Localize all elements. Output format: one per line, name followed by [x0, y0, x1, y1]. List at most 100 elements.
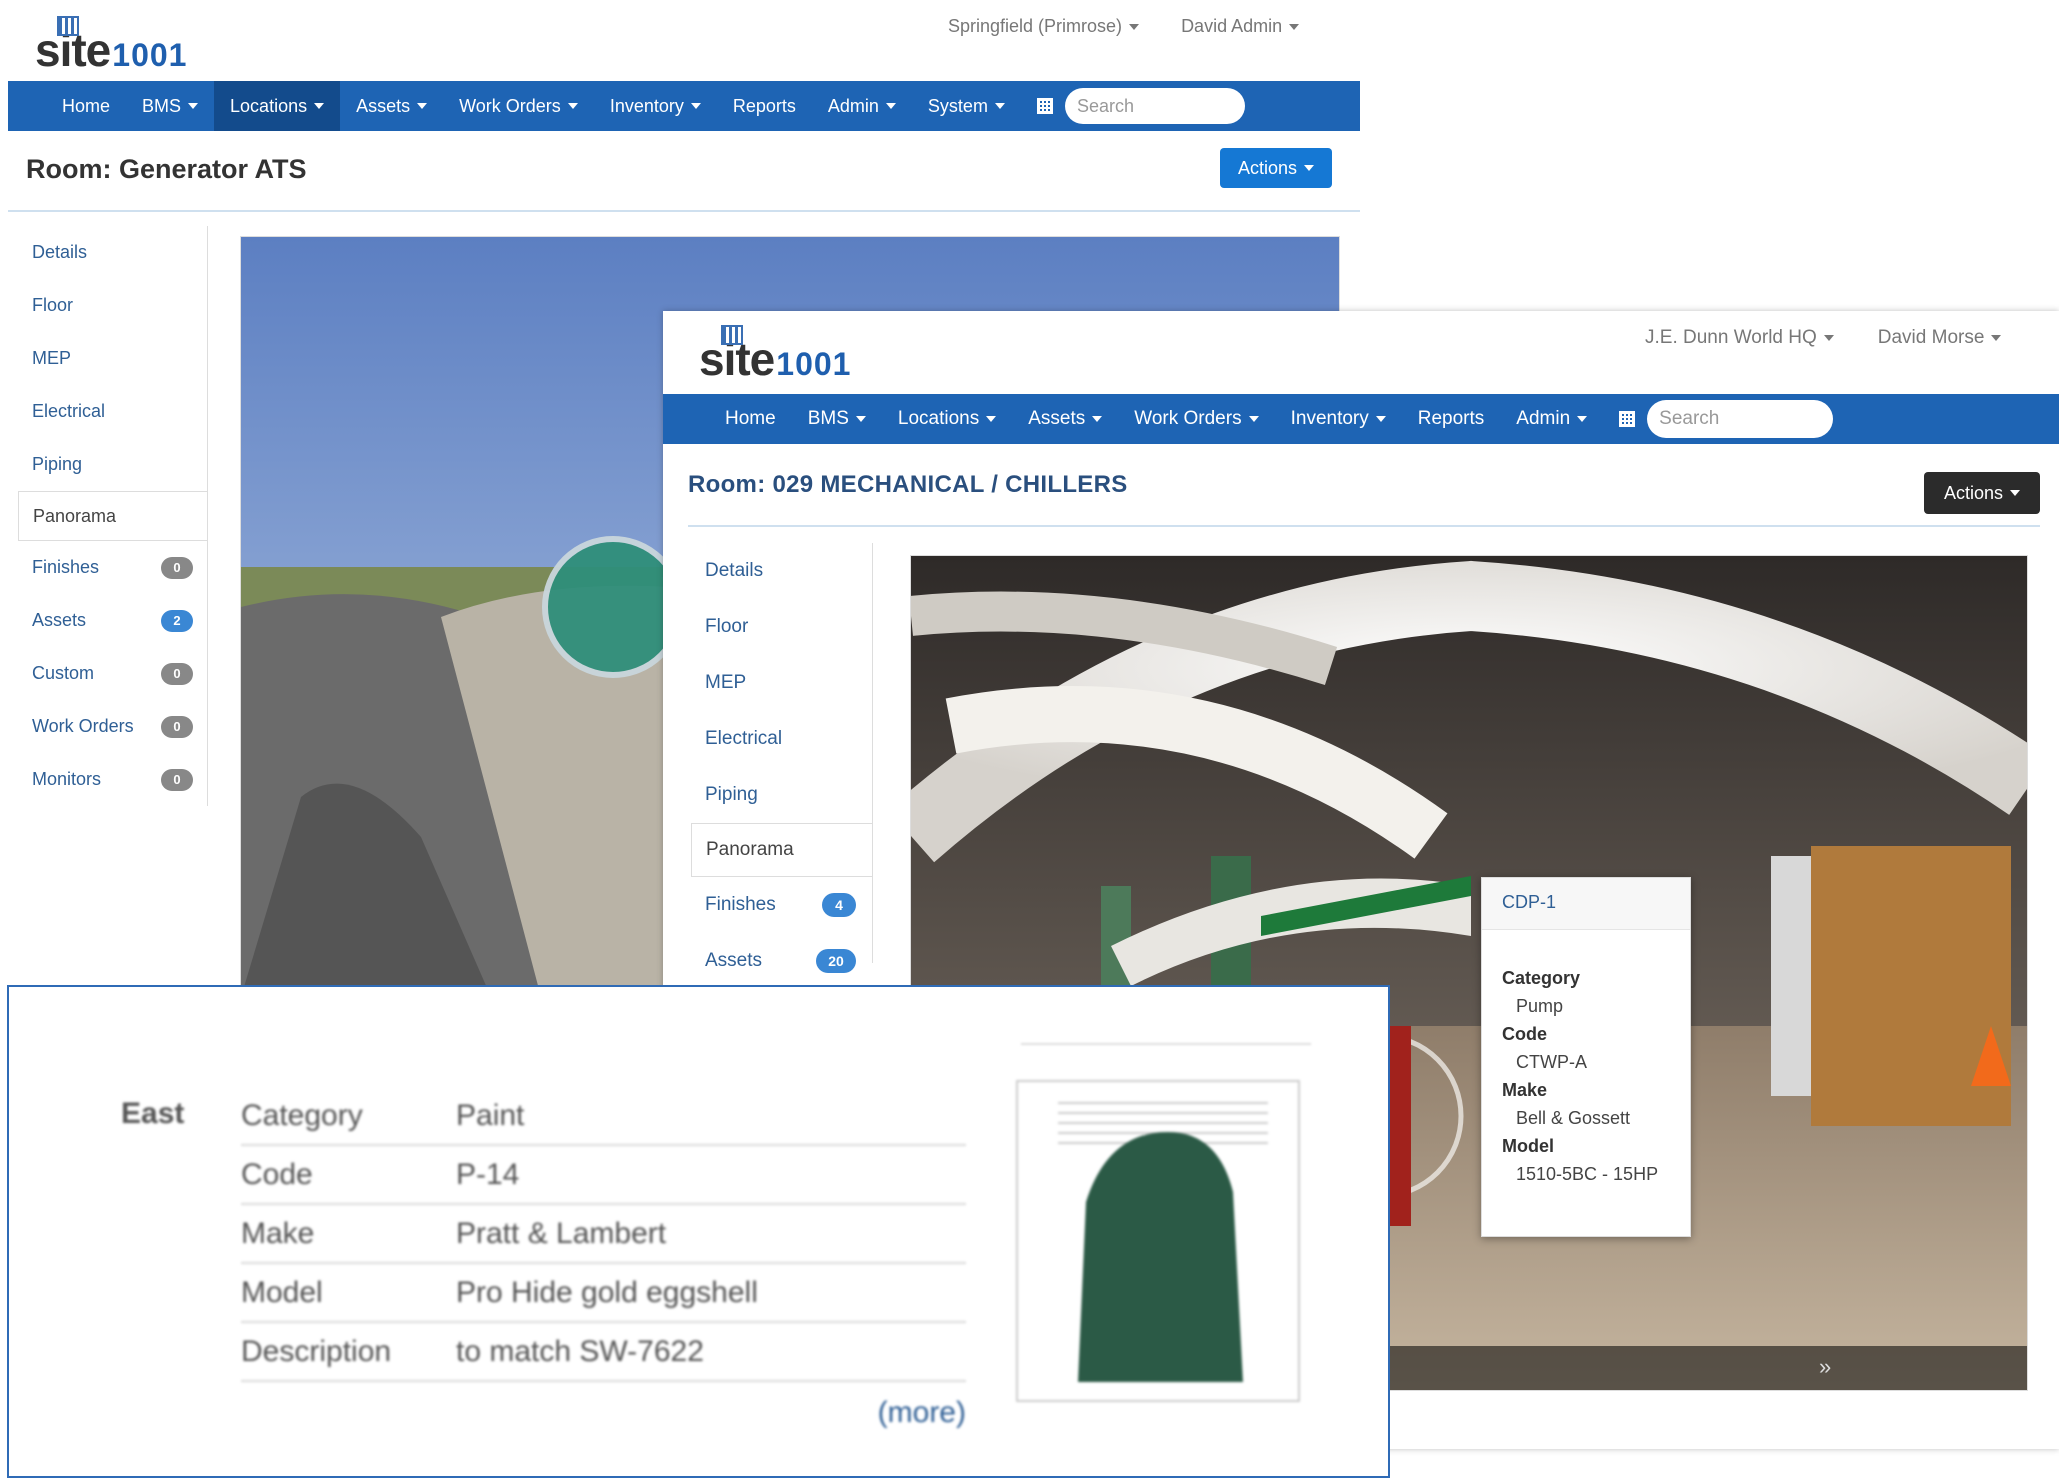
nav-assets[interactable]: Assets — [340, 81, 443, 131]
actions-button[interactable]: Actions — [1924, 472, 2040, 514]
nav-inventory[interactable]: Inventory — [594, 81, 717, 131]
count-badge: 2 — [161, 609, 193, 632]
nav-label: Assets — [356, 95, 411, 116]
chevron-down-icon — [1092, 416, 1103, 422]
location-dropdown[interactable]: J.E. Dunn World HQ — [1645, 327, 1834, 349]
sidebar-item-finishes[interactable]: Finishes 4 — [705, 877, 872, 933]
sidebar-item-label: Panorama — [706, 839, 794, 860]
sidebar-item-panorama[interactable]: Panorama — [18, 491, 207, 541]
nav-label: BMS — [807, 408, 849, 429]
sidebar-item-floor[interactable]: Floor — [32, 279, 207, 332]
nav-label: Home — [62, 95, 111, 116]
nav-admin[interactable]: Admin — [812, 81, 912, 131]
sidebar-item-assets[interactable]: Assets 20 — [705, 933, 872, 989]
count-badge: 0 — [161, 556, 193, 579]
sidebar-item-assets[interactable]: Assets 2 — [32, 594, 207, 647]
tooltip-value: CTWP-A — [1516, 1052, 1587, 1072]
nav-system[interactable]: System — [912, 81, 1021, 131]
nav-bms[interactable]: BMS — [126, 81, 214, 131]
page-title: Room: Generator ATS — [26, 154, 307, 184]
nav-home[interactable]: Home — [709, 394, 792, 444]
qr-scan-icon[interactable] — [1619, 411, 1636, 427]
sidebar-item-piping[interactable]: Piping — [705, 767, 872, 823]
detail-value: Pro Hide gold eggshell — [456, 1275, 758, 1309]
sidebar-item-details[interactable]: Details — [32, 226, 207, 279]
sidebar-item-electrical[interactable]: Electrical — [705, 711, 872, 767]
qr-scan-icon[interactable] — [1036, 98, 1053, 114]
user-dropdown[interactable]: David Morse — [1878, 327, 2002, 349]
sidebar-item-label: Custom — [32, 663, 95, 683]
search-input[interactable]: Search — [1647, 400, 1834, 438]
nav-label: Assets — [1028, 408, 1086, 429]
location-label: J.E. Dunn World HQ — [1645, 327, 1817, 348]
nav-admin[interactable]: Admin — [1500, 394, 1603, 444]
nav-locations[interactable]: Locations — [882, 394, 1012, 444]
nav-work-orders[interactable]: Work Orders — [443, 81, 594, 131]
nav-work-orders[interactable]: Work Orders — [1118, 394, 1274, 444]
actions-label: Actions — [1943, 482, 2004, 503]
front-sidebar: Details Floor MEP Electrical Piping Pano… — [691, 543, 873, 973]
nav-label: Inventory — [609, 95, 684, 116]
more-link[interactable]: (more) — [241, 1396, 966, 1430]
front-logo[interactable]: site 1001 — [699, 323, 851, 383]
actions-label: Actions — [1237, 157, 1298, 178]
sidebar-item-custom[interactable]: Custom 0 — [32, 647, 207, 700]
chevron-down-icon — [1129, 23, 1140, 30]
front-top-right: J.E. Dunn World HQ David Morse — [1645, 327, 2002, 349]
chevron-down-icon — [314, 103, 325, 109]
detail-value: Pratt & Lambert — [456, 1216, 667, 1250]
sidebar-item-finishes[interactable]: Finishes 0 — [32, 541, 207, 594]
paint-swatch-card[interactable] — [1016, 1080, 1300, 1402]
sidebar-item-electrical[interactable]: Electrical — [32, 385, 207, 438]
detail-value: Paint — [456, 1098, 525, 1132]
sidebar-item-work-orders[interactable]: Work Orders 0 — [32, 700, 207, 753]
nav-reports[interactable]: Reports — [1402, 394, 1501, 444]
qr-logo-icon — [57, 16, 79, 36]
nav-label: Locations — [230, 95, 308, 116]
tooltip-title[interactable]: CDP-1 — [1482, 878, 1690, 930]
user-dropdown[interactable]: David Admin — [1181, 16, 1300, 37]
sidebar-item-floor[interactable]: Floor — [705, 599, 872, 655]
panorama-next-button[interactable]: » — [1819, 1354, 1831, 1380]
nav-reports[interactable]: Reports — [717, 81, 812, 131]
location-dropdown[interactable]: Springfield (Primrose) — [948, 16, 1140, 37]
count-badge: 20 — [816, 949, 856, 973]
nav-home[interactable]: Home — [46, 81, 126, 131]
detail-value: P-14 — [456, 1157, 520, 1191]
chevron-down-icon — [1577, 416, 1588, 422]
nav-label: Reports — [732, 95, 796, 116]
sidebar-item-label: Piping — [32, 454, 83, 474]
tooltip-value: Bell & Gossett — [1516, 1108, 1631, 1128]
finish-detail-table: East Category Paint Code P-14 Make Pratt & … — [121, 1087, 981, 1430]
sidebar-item-mep[interactable]: MEP — [705, 655, 872, 711]
nav-label: Work Orders — [1134, 408, 1242, 429]
chevron-down-icon — [1823, 335, 1834, 341]
nav-label: Inventory — [1290, 408, 1369, 429]
sidebar-item-details[interactable]: Details — [705, 543, 872, 599]
sidebar-item-label: MEP — [705, 672, 747, 693]
sidebar-item-monitors[interactable]: Monitors 0 — [32, 753, 207, 806]
title-divider — [8, 210, 1360, 212]
sidebar-item-piping[interactable]: Piping — [32, 438, 207, 491]
nav-label: System — [927, 95, 988, 116]
asset-tooltip: CDP-1 Category Pump Code CTWP-A Make Bel… — [1481, 877, 1691, 1237]
nav-assets[interactable]: Assets — [1012, 394, 1118, 444]
tooltip-label: Model — [1502, 1136, 1554, 1156]
actions-button[interactable]: Actions — [1220, 148, 1332, 188]
sidebar-item-label: Finishes — [705, 894, 776, 915]
search-input[interactable]: Search — [1064, 88, 1245, 124]
sidebar-item-label: MEP — [32, 348, 72, 368]
nav-bms[interactable]: BMS — [792, 394, 882, 444]
nav-label: Admin — [827, 95, 879, 116]
count-badge: 4 — [822, 893, 856, 917]
search-placeholder: Search — [1076, 95, 1134, 116]
back-logo[interactable]: site 1001 — [35, 14, 187, 74]
sidebar-item-label: Finishes — [32, 557, 100, 577]
nav-inventory[interactable]: Inventory — [1275, 394, 1402, 444]
sidebar-item-panorama[interactable]: Panorama — [691, 823, 872, 877]
nav-locations[interactable]: Locations — [214, 81, 341, 131]
sidebar-item-mep[interactable]: MEP — [32, 332, 207, 385]
back-top-right: Springfield (Primrose) David Admin — [948, 16, 1300, 37]
sidebar-item-label: Electrical — [32, 401, 106, 421]
chevron-down-icon — [1289, 23, 1300, 30]
